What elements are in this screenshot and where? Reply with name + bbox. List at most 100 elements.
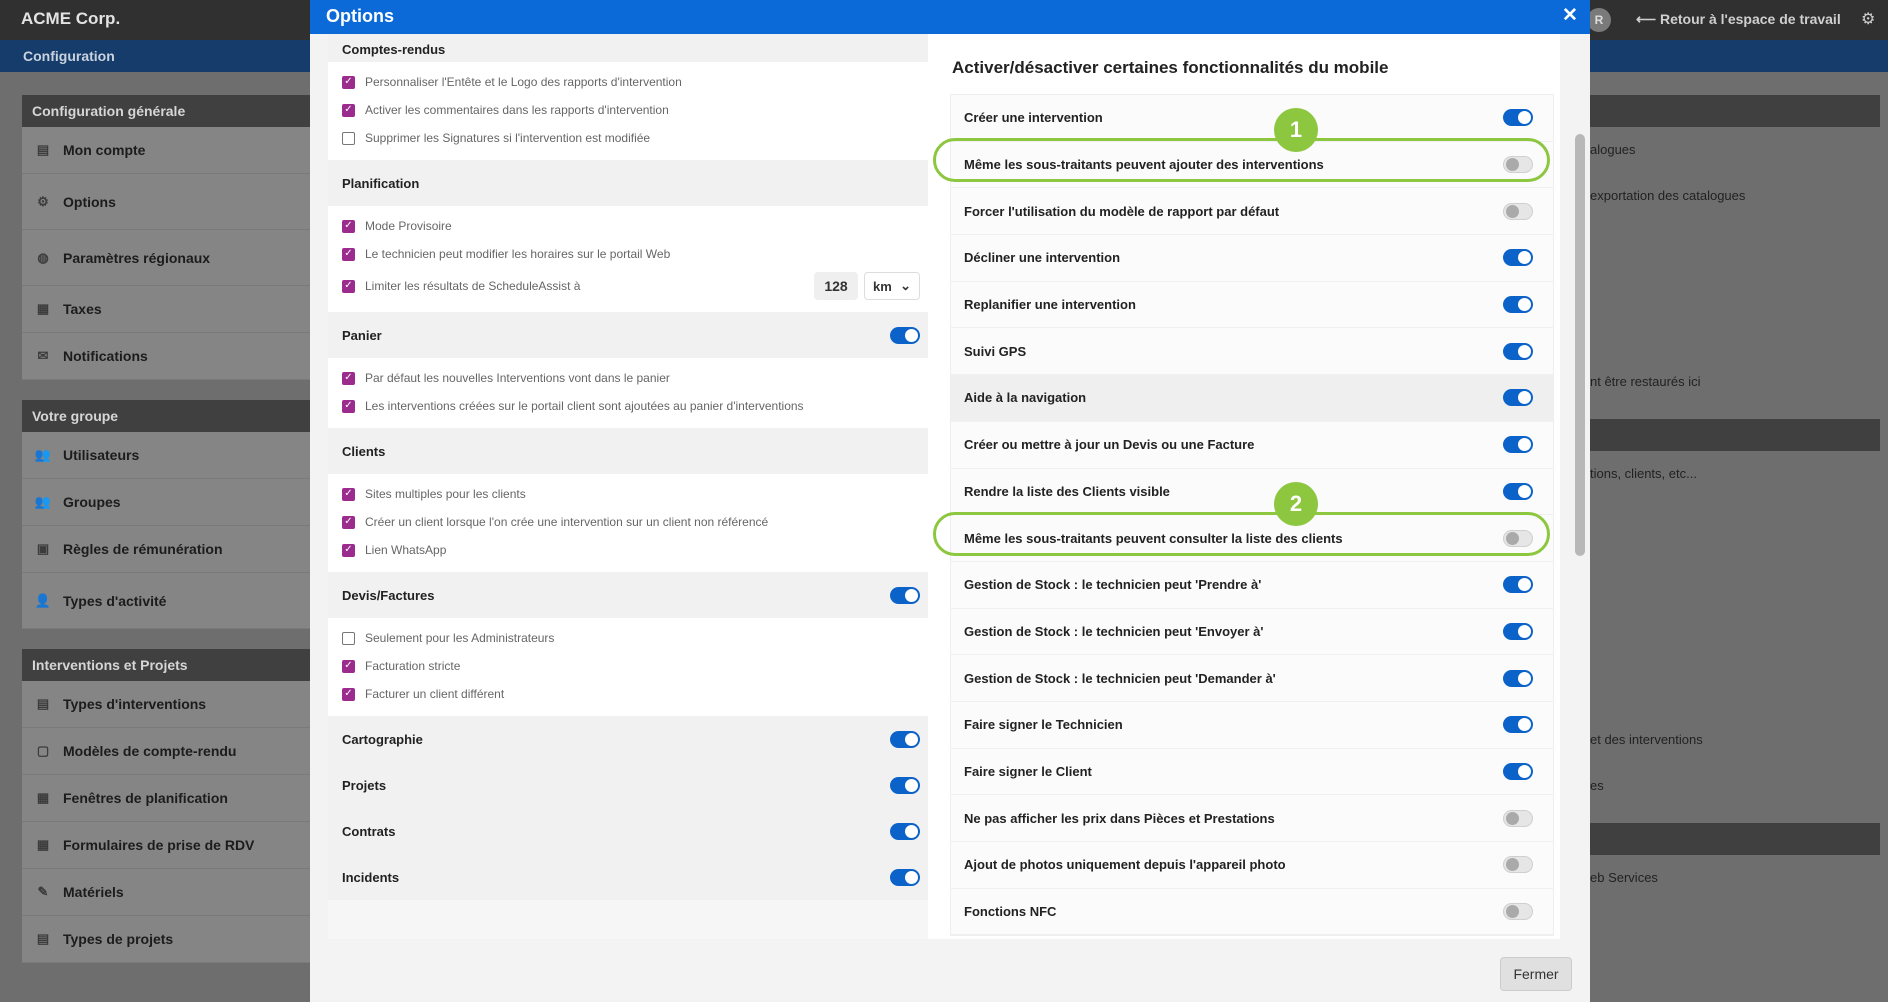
- scrollbar[interactable]: [1575, 134, 1585, 556]
- list-icon: ▤: [36, 931, 50, 946]
- sidebar-item-types-interventions[interactable]: ▤ Types d'interventions: [22, 681, 312, 728]
- unit-select[interactable]: km ⌄: [864, 272, 920, 300]
- checkbox-unchecked[interactable]: [342, 131, 355, 145]
- checkbox-row[interactable]: ✓ Le technicien peut modifier les horaire…: [342, 240, 920, 268]
- checkbox-checked[interactable]: ✓: [342, 515, 355, 529]
- sidebar-item-taxes[interactable]: ▦ Taxes: [22, 286, 312, 333]
- sidebar-item-fenetres-planification[interactable]: ▦ Fenêtres de planification: [22, 775, 312, 822]
- modal-title: Options: [326, 6, 394, 26]
- checkbox-checked[interactable]: ✓: [342, 399, 355, 413]
- close-icon[interactable]: ✕: [1562, 4, 1578, 27]
- feature-toggle-off[interactable]: [1503, 529, 1533, 547]
- feature-toggle-on[interactable]: [1503, 109, 1533, 127]
- toggle-devis[interactable]: [890, 586, 920, 604]
- feature-toggle-on[interactable]: [1503, 669, 1533, 687]
- checkbox-row[interactable]: ✓ Mode Provisoire: [342, 212, 920, 240]
- avatar[interactable]: R: [1587, 8, 1611, 32]
- checkbox-checked[interactable]: ✓: [342, 75, 355, 89]
- sidebar-item-options[interactable]: ⚙ Options: [22, 174, 312, 230]
- checkbox-row[interactable]: Seulement pour les Administrateurs: [342, 624, 920, 652]
- cog-icon: ⚙: [37, 193, 49, 209]
- checkbox-row[interactable]: ✓ Par défaut les nouvelles Interventions …: [342, 364, 920, 392]
- feature-toggle-off[interactable]: [1503, 856, 1533, 874]
- checkbox-row[interactable]: ✓ Facturer un client différent: [342, 680, 920, 708]
- toggle-cartographie[interactable]: [890, 730, 920, 748]
- checkbox-checked[interactable]: ✓: [342, 659, 355, 673]
- sidebar-item-materiels[interactable]: ✎ Matériels: [22, 869, 312, 916]
- feature-row: Faire signer le Technicien: [951, 702, 1553, 749]
- checkbox-unchecked[interactable]: [342, 631, 355, 645]
- sidebar-item-parametres-regionaux[interactable]: ◍ Paramètres régionaux: [22, 230, 312, 286]
- checkbox-checked[interactable]: ✓: [342, 371, 355, 385]
- globe-icon: ◍: [37, 249, 49, 265]
- feature-row: Créer ou mettre à jour un Devis ou une F…: [951, 422, 1553, 469]
- calendar-icon: ▦: [36, 790, 50, 805]
- checkbox-checked[interactable]: ✓: [342, 279, 355, 293]
- sidebar-item-notifications[interactable]: ✉ Notifications: [22, 333, 312, 380]
- feature-toggle-off[interactable]: [1503, 156, 1533, 174]
- sidebar-item-mon-compte[interactable]: ▤ Mon compte: [22, 127, 312, 174]
- feature-row: Fonctions NFC: [951, 889, 1553, 936]
- close-button[interactable]: Fermer: [1500, 957, 1572, 991]
- toggle-projets[interactable]: [890, 776, 920, 794]
- mobile-features-panel: Activer/désactiver certaines fonctionnal…: [928, 34, 1560, 939]
- sidebar-group-title: Configuration générale: [22, 95, 312, 127]
- sidebar-item-utilisateurs[interactable]: 👥 Utilisateurs: [22, 432, 312, 479]
- section-title: Projets: [342, 777, 387, 793]
- section-contrats: Contrats: [328, 808, 934, 854]
- feature-row: Décliner une intervention: [951, 235, 1553, 282]
- document-icon: ▢: [36, 743, 50, 758]
- schedule-limit-input[interactable]: 128: [814, 272, 858, 300]
- sidebar-item-regles-remuneration[interactable]: ▣ Règles de rémunération: [22, 526, 312, 573]
- checkbox-checked[interactable]: ✓: [342, 687, 355, 701]
- checkbox-checked[interactable]: ✓: [342, 543, 355, 557]
- feature-toggle-on[interactable]: [1503, 342, 1533, 360]
- sidebar-item-groupes[interactable]: 👥 Groupes: [22, 479, 312, 526]
- feature-toggle-off[interactable]: [1503, 202, 1533, 220]
- sidebar-item-types-activite[interactable]: 👤 Types d'activité: [22, 573, 312, 629]
- back-to-workspace-link[interactable]: ⟵ Retour à l'espace de travail: [1636, 11, 1841, 28]
- account-card-icon: ▤: [36, 142, 50, 157]
- modal-footer: [310, 940, 1590, 1002]
- feature-toggle-on[interactable]: [1503, 389, 1533, 407]
- checkbox-row[interactable]: ✓ Limiter les résultats de ScheduleAssist…: [342, 268, 920, 304]
- checkbox-row[interactable]: ✓ Personnaliser l'Entête et le Logo des r…: [342, 68, 920, 96]
- sidebar-group-interventions: Interventions et Projets ▤ Types d'interv…: [22, 649, 312, 963]
- checkbox-row[interactable]: ✓ Créer un client lorsque l'on crée une i…: [342, 508, 920, 536]
- feature-toggle-on[interactable]: [1503, 716, 1533, 734]
- section-title: Comptes-rendus: [342, 42, 446, 57]
- feature-toggle-on[interactable]: [1503, 436, 1533, 454]
- section-title: Devis/Factures: [342, 587, 435, 603]
- checkbox-row[interactable]: Supprimer les Signatures si l'interventi…: [342, 124, 920, 152]
- feature-toggle-on[interactable]: [1503, 482, 1533, 500]
- feature-toggle-off[interactable]: [1503, 809, 1533, 827]
- checkbox-checked[interactable]: ✓: [342, 247, 355, 261]
- feature-toggle-on[interactable]: [1503, 622, 1533, 640]
- sidebar-item-formulaires-rdv[interactable]: ▦ Formulaires de prise de RDV: [22, 822, 312, 869]
- feature-toggle-off[interactable]: [1503, 903, 1533, 921]
- toggle-contrats[interactable]: [890, 822, 920, 840]
- wallet-icon: ▣: [36, 541, 50, 556]
- checkbox-row[interactable]: ✓ Sites multiples pour les clients: [342, 480, 920, 508]
- sidebar-item-types-projets[interactable]: ▤ Types de projets: [22, 916, 312, 963]
- checkbox-checked[interactable]: ✓: [342, 487, 355, 501]
- section-panier: Panier ✓ Par défaut les nouvelles Interve…: [328, 312, 934, 428]
- feature-toggle-on[interactable]: [1503, 296, 1533, 314]
- section-projets: Projets: [328, 762, 934, 808]
- section-devis-factures: Devis/Factures Seulement pour les Admini…: [328, 572, 934, 716]
- checkbox-row[interactable]: ✓ Activer les commentaires dans les rappo…: [342, 96, 920, 124]
- feature-toggle-on[interactable]: [1503, 576, 1533, 594]
- toggle-incidents[interactable]: [890, 868, 920, 886]
- checkbox-row[interactable]: ✓ Facturation stricte: [342, 652, 920, 680]
- checkbox-row[interactable]: ✓ Les interventions créées sur le portail…: [342, 392, 920, 420]
- sidebar-item-modeles-compte-rendu[interactable]: ▢ Modèles de compte-rendu: [22, 728, 312, 775]
- modal-header: Options ✕: [310, 0, 1590, 34]
- section-clients: Clients ✓ Sites multiples pour les client…: [328, 428, 934, 572]
- checkbox-row[interactable]: ✓ Lien WhatsApp: [342, 536, 920, 564]
- feature-toggle-on[interactable]: [1503, 249, 1533, 267]
- checkbox-checked[interactable]: ✓: [342, 103, 355, 117]
- toggle-panier[interactable]: [890, 326, 920, 344]
- gear-icon[interactable]: ⚙: [1861, 9, 1875, 29]
- feature-toggle-on[interactable]: [1503, 762, 1533, 780]
- checkbox-checked[interactable]: ✓: [342, 219, 355, 233]
